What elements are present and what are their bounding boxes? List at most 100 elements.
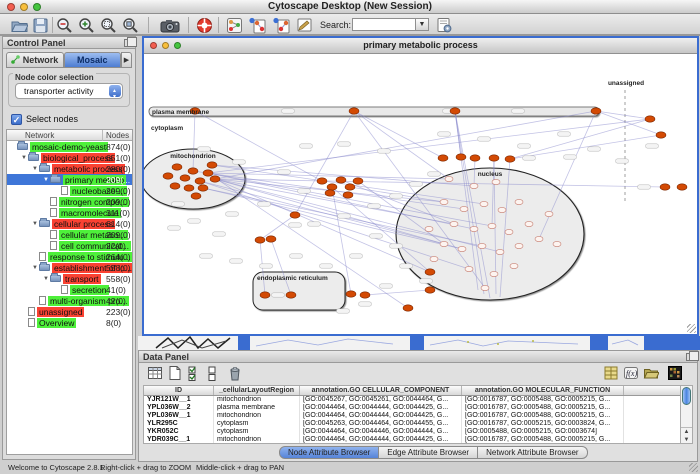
table-cell[interactable]: YPL036W__1 xyxy=(144,412,214,420)
table-row[interactable]: YDR039C__1mitochondrion[GO:0044464, GO:0… xyxy=(144,436,682,444)
selected-network-node[interactable] xyxy=(336,177,346,183)
network-node[interactable] xyxy=(478,243,486,248)
selected-network-node[interactable] xyxy=(286,292,296,298)
tree-row[interactable]: ▼cellular process614(0) xyxy=(7,218,132,229)
selected-network-node[interactable] xyxy=(450,108,460,114)
network-node[interactable] xyxy=(440,199,448,204)
selected-network-node[interactable] xyxy=(207,162,217,168)
selected-network-node[interactable] xyxy=(184,185,194,191)
table-cell[interactable]: mitochondrion xyxy=(214,412,300,420)
tree-row[interactable]: ▼primary metabo209(... xyxy=(7,174,132,185)
network-node[interactable] xyxy=(458,246,466,251)
snapshot-icon[interactable] xyxy=(160,17,180,34)
table-cell[interactable]: [GO:0044464, GO:0044444, GO:0044425, G..… xyxy=(300,404,462,412)
network-node[interactable] xyxy=(470,183,478,188)
network-node[interactable] xyxy=(430,256,438,261)
table-cell[interactable]: mitochondrion xyxy=(214,396,300,404)
selected-network-node[interactable] xyxy=(203,170,213,176)
tree-col-network[interactable]: Network xyxy=(25,131,54,140)
vizmapper-icon-2[interactable] xyxy=(272,17,291,34)
selected-network-node[interactable] xyxy=(210,176,220,182)
selected-network-node[interactable] xyxy=(180,175,190,181)
table-cell[interactable]: [GO:0005488, GO:0005215, GO:0003674] xyxy=(462,428,624,436)
network-node[interactable] xyxy=(488,223,496,228)
table-cell[interactable]: [GO:0044464, GO:0044444, GO:0044425, G..… xyxy=(300,436,462,444)
zoom-out-icon[interactable] xyxy=(56,17,73,34)
table-row[interactable]: YLR295Ccytoplasm[GO:0045263, GO:0044464,… xyxy=(144,420,682,428)
table-cell[interactable] xyxy=(624,412,682,420)
select-nodes-checkbox[interactable]: ✓ xyxy=(11,114,22,125)
network-node[interactable] xyxy=(490,271,498,276)
selected-network-node[interactable] xyxy=(505,156,515,162)
tab-network-attribute-browser[interactable]: Network Attribute Browser xyxy=(478,446,587,459)
selected-network-node[interactable] xyxy=(645,116,655,122)
table-cell[interactable]: [GO:0045267, GO:0045261, GO:0044464, G..… xyxy=(300,396,462,404)
tree-row[interactable]: multi-organism pro...42(0) xyxy=(7,295,132,306)
table-cell[interactable]: YDR039C__1 xyxy=(144,436,214,444)
scrollbar-thumb[interactable] xyxy=(682,387,691,405)
float-data-panel-icon[interactable] xyxy=(686,353,694,361)
tree-row[interactable]: nitrogen compo...209(0) xyxy=(7,196,132,207)
tree-row[interactable]: ▼establishment of lo...558(0) xyxy=(7,262,132,273)
selected-network-node[interactable] xyxy=(317,178,327,184)
open-icon[interactable] xyxy=(11,17,28,34)
search-input[interactable] xyxy=(352,18,416,31)
tabs-overflow-button[interactable]: ▶ xyxy=(121,52,132,68)
selected-network-node[interactable] xyxy=(191,193,201,199)
app-resize-grip[interactable] xyxy=(689,463,698,472)
selected-network-node[interactable] xyxy=(403,305,413,311)
tree-expand-icon[interactable]: ▼ xyxy=(31,166,39,172)
function-icon[interactable]: f(x) xyxy=(623,365,639,381)
table-cell[interactable]: [GO:0016787, GO:0005488, GO:0005215, G..… xyxy=(462,436,624,444)
table-cell[interactable]: cytoplasm xyxy=(214,428,300,436)
tree-col-nodes[interactable]: Nodes xyxy=(106,131,129,140)
selected-network-node[interactable] xyxy=(677,184,687,190)
network-node[interactable] xyxy=(445,176,453,181)
tree-row[interactable]: response to stimulu...264(0) xyxy=(7,251,132,262)
table-cell[interactable]: [GO:0044464, GO:0044446, GO:0044444, G..… xyxy=(300,428,462,436)
selected-network-node[interactable] xyxy=(198,185,208,191)
zoom-in-icon[interactable] xyxy=(78,17,95,34)
select-attributes-icon[interactable] xyxy=(187,365,203,381)
selected-network-node[interactable] xyxy=(325,190,335,196)
new-attribute-icon[interactable] xyxy=(167,365,183,381)
network-node[interactable] xyxy=(460,206,468,211)
save-icon[interactable] xyxy=(32,17,49,34)
table-cell[interactable]: YJR121W__1 xyxy=(144,396,214,404)
table-row[interactable]: YJR121W__1mitochondrion[GO:0045267, GO:0… xyxy=(144,396,682,404)
tab-mosaic[interactable]: Mosaic xyxy=(64,52,122,68)
selected-network-node[interactable] xyxy=(255,237,265,243)
table-cell[interactable]: YPL036W__2 xyxy=(144,404,214,412)
network-node[interactable] xyxy=(515,199,523,204)
network-node[interactable] xyxy=(480,201,488,206)
table-cell[interactable] xyxy=(624,420,682,428)
table-cell[interactable] xyxy=(624,436,682,444)
column-header[interactable]: annotation.GO MOLECULAR_FUNCTION xyxy=(462,386,624,395)
vizmapper-icon-1[interactable] xyxy=(248,17,267,34)
selected-network-node[interactable] xyxy=(195,178,205,184)
column-header[interactable]: ID xyxy=(144,386,214,395)
tree-row[interactable]: unassigned223(0) xyxy=(7,306,132,317)
table-row[interactable]: YPL036W__1mitochondrion[GO:0044464, GO:0… xyxy=(144,412,682,420)
selected-network-node[interactable] xyxy=(353,178,363,184)
selected-network-node[interactable] xyxy=(327,184,337,190)
matrix-icon[interactable] xyxy=(603,365,619,381)
network-node[interactable] xyxy=(425,226,433,231)
network-node[interactable] xyxy=(525,221,533,226)
zoom-fit-icon[interactable] xyxy=(122,17,139,34)
selected-network-node[interactable] xyxy=(438,155,448,161)
tree-expand-icon[interactable]: ▼ xyxy=(31,221,39,227)
selected-network-node[interactable] xyxy=(456,154,466,160)
window-resize-grip[interactable] xyxy=(687,324,696,333)
table-cell[interactable]: [GO:0045263, GO:0044464, GO:0044455, G..… xyxy=(300,420,462,428)
table-cell[interactable] xyxy=(624,396,682,404)
table-vertical-scrollbar[interactable]: ▲▼ xyxy=(680,385,693,444)
attribute-table-icon[interactable] xyxy=(147,365,163,381)
tree-expand-icon[interactable]: ▼ xyxy=(20,155,28,161)
zoom-selected-icon[interactable] xyxy=(100,17,117,34)
selected-network-node[interactable] xyxy=(172,164,182,170)
table-cell[interactable]: YKR052C xyxy=(144,428,214,436)
tree-expand-icon[interactable]: ▼ xyxy=(42,177,50,183)
column-header[interactable] xyxy=(624,386,682,395)
network-node[interactable] xyxy=(481,285,489,290)
